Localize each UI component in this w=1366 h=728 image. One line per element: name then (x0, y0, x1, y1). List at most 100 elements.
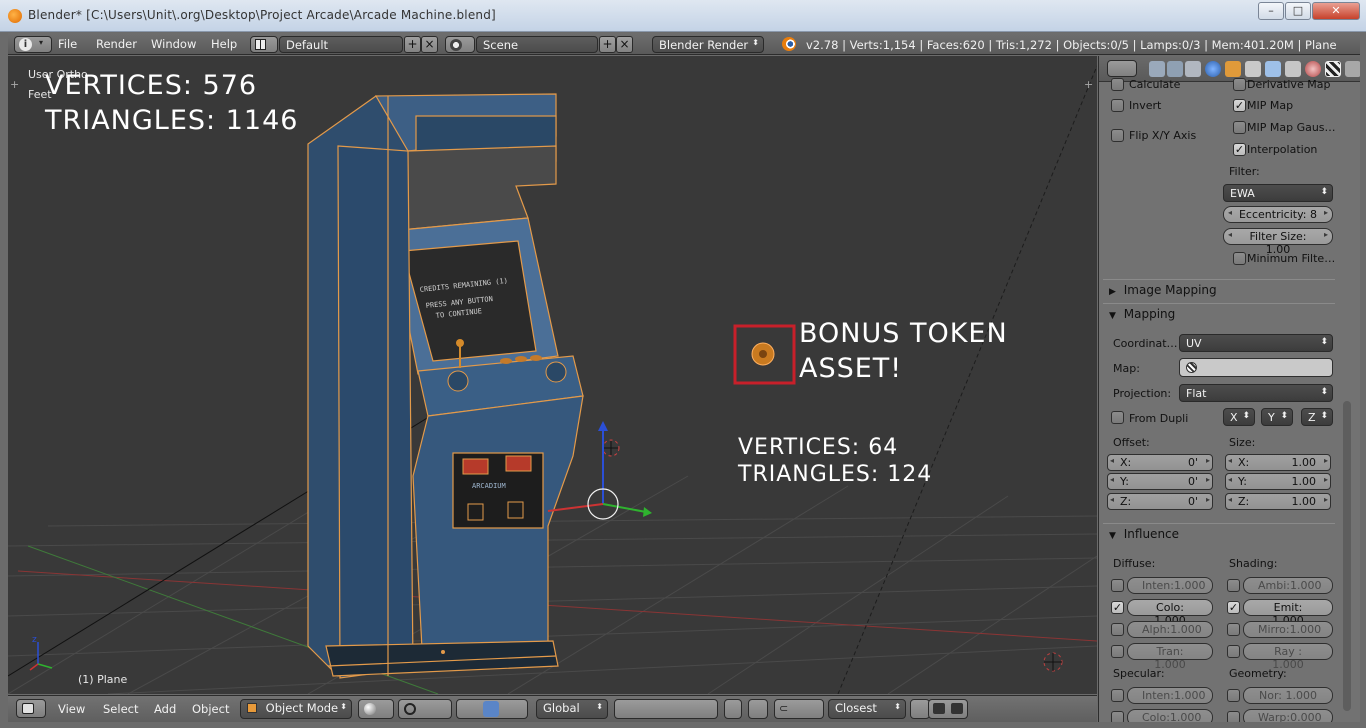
offset-y-field[interactable]: ◂ Y: 0' ▸ (1107, 473, 1213, 490)
influence-panel-header[interactable]: ▼ Influence (1103, 523, 1335, 545)
geometry-warp-field[interactable]: Warp:0.000 (1243, 709, 1333, 722)
viewport-shading-button[interactable] (358, 699, 394, 719)
coordinates-select[interactable]: UV ⬍ (1179, 334, 1333, 352)
editor-type-button[interactable] (1107, 60, 1137, 77)
menu-render[interactable]: Render (96, 37, 137, 51)
mode-select[interactable]: Object Mode ⬍ (240, 699, 352, 719)
calculate-checkbox[interactable] (1111, 78, 1124, 91)
specular-color-checkbox[interactable] (1111, 711, 1124, 722)
shading-mirror-field[interactable]: Mirro:1.000 (1243, 621, 1333, 638)
snap-toggle-button[interactable]: ⊂ (774, 699, 824, 719)
specular-color-field[interactable]: Colo:1.000 (1127, 709, 1213, 722)
constraints-context-icon[interactable] (1245, 61, 1261, 77)
invert-checkbox[interactable] (1111, 99, 1124, 112)
snap-target-select[interactable]: Closest ⬍ (828, 699, 906, 719)
interpolation-checkbox[interactable]: ✓ (1233, 143, 1246, 156)
geometry-normal-checkbox[interactable] (1227, 689, 1240, 702)
shading-mirror-checkbox[interactable] (1227, 623, 1240, 636)
uv-map-field[interactable] (1179, 358, 1333, 377)
add-scene-button[interactable]: + (599, 36, 616, 53)
menu-view[interactable]: View (58, 702, 85, 716)
editor-type-button[interactable]: i ▾ (14, 36, 52, 53)
scene-browse-button[interactable] (445, 36, 475, 53)
mip-map-gauss-checkbox[interactable] (1233, 121, 1246, 134)
geometry-warp-checkbox[interactable] (1227, 711, 1240, 722)
object-context-icon[interactable] (1225, 61, 1241, 77)
material-context-icon[interactable] (1305, 61, 1321, 77)
diffuse-alpha-checkbox[interactable] (1111, 623, 1124, 636)
diffuse-intensity-field[interactable]: Inten:1.000 (1127, 577, 1213, 594)
mapping-z-select[interactable]: Z ⬍ (1301, 408, 1333, 426)
remove-layout-button[interactable]: × (421, 36, 438, 53)
offset-z-field[interactable]: ◂ Z: 0' ▸ (1107, 493, 1213, 510)
menu-window[interactable]: Window (151, 37, 196, 51)
world-context-icon[interactable] (1205, 61, 1221, 77)
eccentricity-field[interactable]: ◂ Eccentricity: 8 ▸ (1223, 206, 1333, 223)
layer-buttons[interactable] (614, 699, 718, 719)
render-engine-select[interactable]: Blender Render ⬍ (652, 36, 764, 53)
filter-size-field[interactable]: ◂ Filter Size: 1.00 ▸ (1223, 228, 1333, 256)
align-rotation-button[interactable] (910, 699, 930, 719)
plus-icon[interactable]: + (10, 78, 19, 91)
minimum-filter-checkbox[interactable] (1233, 252, 1246, 265)
from-dupli-checkbox[interactable] (1111, 411, 1124, 424)
data-context-icon[interactable] (1285, 61, 1301, 77)
shading-ambient-field[interactable]: Ambi:1.000 (1243, 577, 1333, 594)
manipulator-buttons[interactable] (456, 699, 528, 719)
render-preview-buttons[interactable] (928, 699, 968, 719)
diffuse-translucency-field[interactable]: Tran: 1.000 (1127, 643, 1213, 671)
properties-scrollbar[interactable] (1343, 401, 1351, 711)
diffuse-color-checkbox[interactable]: ✓ (1111, 601, 1124, 614)
shading-ray-field[interactable]: Ray : 1.000 (1243, 643, 1333, 671)
image-mapping-panel-header[interactable]: ▶ Image Mapping (1103, 279, 1335, 301)
menu-add[interactable]: Add (154, 702, 176, 716)
mapping-y-select[interactable]: Y ⬍ (1261, 408, 1293, 426)
minimize-button[interactable]: – (1258, 2, 1284, 20)
proportional-edit-button[interactable] (748, 699, 768, 719)
shading-ray-checkbox[interactable] (1227, 645, 1240, 658)
size-y-field[interactable]: ◂ Y: 1.00 ▸ (1225, 473, 1331, 490)
derivative-map-checkbox[interactable] (1233, 78, 1246, 91)
shading-emit-field[interactable]: Emit: 1.000 (1243, 599, 1333, 627)
add-layout-button[interactable]: + (404, 36, 421, 53)
modifiers-context-icon[interactable] (1265, 61, 1281, 77)
particles-context-icon[interactable] (1345, 61, 1360, 77)
menu-help[interactable]: Help (211, 37, 237, 51)
texture-context-icon[interactable] (1325, 61, 1341, 77)
diffuse-color-field[interactable]: Colo: 1.000 (1127, 599, 1213, 627)
mapping-panel-header[interactable]: ▼ Mapping (1103, 303, 1335, 325)
transform-orientation-select[interactable]: Global ⬍ (536, 699, 608, 719)
size-x-field[interactable]: ◂ X: 1.00 ▸ (1225, 454, 1331, 471)
maximize-button[interactable]: □ (1285, 2, 1311, 20)
menu-object[interactable]: Object (192, 702, 229, 716)
size-z-field[interactable]: ◂ Z: 1.00 ▸ (1225, 493, 1331, 510)
layers-context-icon[interactable] (1167, 61, 1183, 77)
lock-layers-button[interactable] (724, 699, 742, 719)
shading-ambient-checkbox[interactable] (1227, 579, 1240, 592)
specular-intensity-checkbox[interactable] (1111, 689, 1124, 702)
layout-browse-button[interactable] (250, 36, 278, 53)
mapping-x-select[interactable]: X ⬍ (1223, 408, 1255, 426)
scene-context-icon[interactable] (1185, 61, 1201, 77)
pivot-point-button[interactable] (398, 699, 452, 719)
diffuse-alpha-field[interactable]: Alph:1.000 (1127, 621, 1213, 638)
specular-intensity-field[interactable]: Inten:1.000 (1127, 687, 1213, 704)
menu-file[interactable]: File (58, 37, 77, 51)
filter-select[interactable]: EWA ⬍ (1223, 184, 1333, 202)
offset-x-field[interactable]: ◂ X: 0' ▸ (1107, 454, 1213, 471)
layout-name-field[interactable]: Default (279, 36, 403, 53)
plus-icon[interactable]: + (1084, 78, 1093, 91)
shading-emit-checkbox[interactable]: ✓ (1227, 601, 1240, 614)
menu-select[interactable]: Select (103, 702, 138, 716)
diffuse-intensity-checkbox[interactable] (1111, 579, 1124, 592)
scene-name-field[interactable]: Scene (476, 36, 598, 53)
3d-viewport[interactable]: CREDITS REMAINING (1) PRESS ANY BUTTON T… (8, 56, 1097, 694)
render-context-icon[interactable] (1149, 61, 1165, 77)
diffuse-translucency-checkbox[interactable] (1111, 645, 1124, 658)
mip-map-checkbox[interactable]: ✓ (1233, 99, 1246, 112)
remove-scene-button[interactable]: × (616, 36, 633, 53)
flip-xy-checkbox[interactable] (1111, 129, 1124, 142)
geometry-normal-field[interactable]: Nor: 1.000 (1243, 687, 1333, 704)
projection-select[interactable]: Flat ⬍ (1179, 384, 1333, 402)
close-window-button[interactable]: ✕ (1312, 2, 1360, 20)
